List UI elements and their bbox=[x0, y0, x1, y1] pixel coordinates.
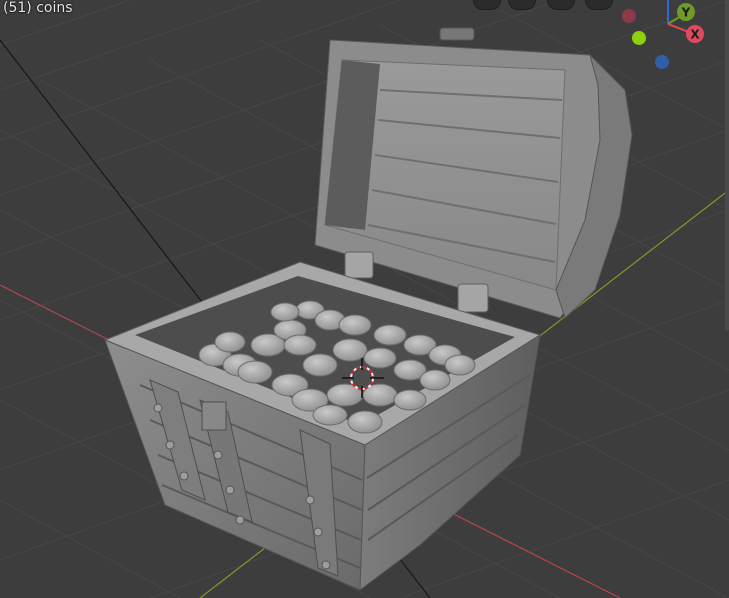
scene-render: Y X bbox=[0, 0, 729, 598]
3d-viewport[interactable]: Y X (51) coins bbox=[0, 0, 729, 598]
navigation-gizmo: Y X bbox=[622, 0, 704, 69]
viewport-scrollbar[interactable] bbox=[725, 0, 729, 330]
gizmo-x-label: X bbox=[690, 28, 700, 42]
active-object-label: (51) coins bbox=[3, 0, 73, 16]
gizmo-green-dot bbox=[632, 31, 646, 45]
gizmo-z-neg-dot bbox=[655, 55, 669, 69]
gizmo-y-label: Y bbox=[681, 6, 691, 20]
gizmo-neg-x-dot bbox=[622, 9, 636, 23]
